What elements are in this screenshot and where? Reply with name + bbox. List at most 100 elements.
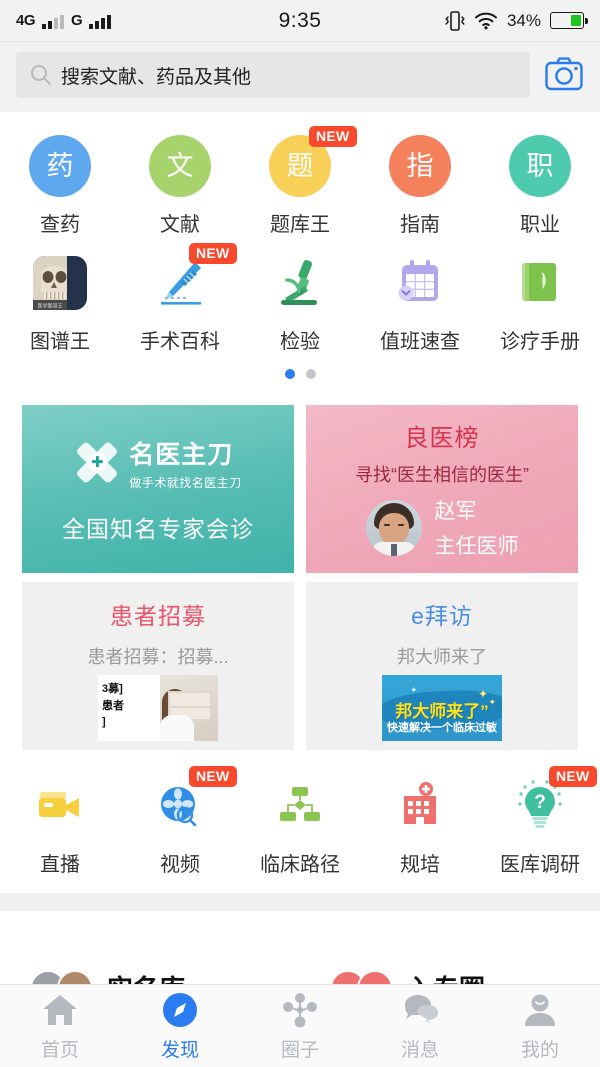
quick-entry-chayao[interactable]: 药 查药	[0, 126, 120, 243]
vibrate-icon	[445, 10, 465, 31]
quick-entry-jianyan[interactable]: 检验	[240, 243, 360, 360]
battery-percent: 34%	[506, 10, 541, 30]
service-label: 规培	[400, 854, 440, 876]
camera-icon[interactable]	[544, 55, 584, 95]
book-icon	[509, 252, 571, 314]
quick-entry-label: 指南	[400, 214, 440, 236]
promo-row-bottom: 患者招募 患者招募：招募... 3募] 患者 ] e拜访 邦大师来了 ✦ ✦ ✦…	[0, 573, 600, 750]
mingyi-tagline: 做手术就找名医主刀	[129, 475, 242, 490]
recruit-thumb-line1: 3募]	[102, 683, 123, 695]
tab-circles[interactable]: 圈子	[240, 990, 360, 1062]
promo-card-liangyibang[interactable]: 良医榜 寻找“医生相信的医生” 赵军 主任医师	[306, 405, 578, 573]
pager-dot-active[interactable]	[284, 369, 295, 379]
new-badge: NEW	[189, 766, 237, 788]
service-guipei[interactable]: 规培	[360, 766, 480, 883]
quick-entry-label: 职业	[520, 214, 560, 236]
service-yikudiaoyan[interactable]: ? NEW 医库调研	[480, 766, 600, 883]
svg-text:?: ?	[534, 792, 546, 813]
hospital-icon	[389, 775, 451, 837]
microscope-icon	[269, 252, 331, 314]
quick-entry-shoushu[interactable]: NEW 手术百科	[120, 243, 240, 360]
evisit-thumbnail: ✦ ✦ ✦ 邦大师来了” 快速解决一个临床过敏	[382, 675, 502, 741]
quick-entry-label: 题库王	[270, 214, 330, 236]
doctor-avatar	[365, 499, 422, 556]
calendar-icon	[389, 252, 451, 314]
promo-card-huanzhezhaomu[interactable]: 患者招募 患者招募：招募... 3募] 患者 ]	[22, 582, 294, 750]
person-icon	[520, 990, 560, 1030]
liangyi-doctor: 赵军 主任医师	[365, 495, 519, 560]
evisit-thumb-sub: 快速解决一个临床过敏	[387, 722, 497, 734]
quick-entry-label: 手术百科	[140, 331, 220, 353]
search-icon	[31, 65, 51, 85]
liangyi-title: 良医榜	[404, 425, 480, 452]
new-badge: NEW	[189, 243, 237, 265]
status-indicators: 34%	[445, 10, 588, 32]
zhinan-icon: 指	[389, 135, 451, 197]
skull-icon: 医学图谱王	[29, 252, 91, 314]
promo-card-ebaifang[interactable]: e拜访 邦大师来了 ✦ ✦ ✦ 邦大师来了” 快速解决一个临床过敏	[306, 582, 578, 750]
camcorder-icon	[29, 775, 91, 837]
wenxian-icon: 文	[149, 135, 211, 197]
pager-dot[interactable]	[305, 369, 316, 379]
service-linchuanglujing[interactable]: 临床路径	[240, 766, 360, 883]
quick-entry-zhenliao[interactable]: 诊疗手册	[480, 243, 600, 360]
quick-entry-row-1: 药 查药 文 文献 题 NEW 题库王 指 指南 职 职业	[0, 126, 600, 243]
quick-entry-row-2: 医学图谱王 图谱王 NEW 手术百科 检验 值班速查 诊疗手册	[0, 243, 600, 360]
quick-entry-tikuwang[interactable]: 题 NEW 题库王	[240, 126, 360, 243]
app-screen: 4G G 9:35 34% 搜索文献、药品及其他 药 查药 文 文献 题 NEW…	[0, 0, 600, 1067]
quick-entry-zhinan[interactable]: 指 指南	[360, 126, 480, 243]
service-label: 视频	[160, 854, 200, 876]
quick-entry-label: 诊疗手册	[500, 331, 580, 353]
search-bar: 搜索文献、药品及其他	[0, 42, 600, 112]
quick-entry-zhiban[interactable]: 值班速查	[360, 243, 480, 360]
search-placeholder: 搜索文献、药品及其他	[61, 66, 252, 88]
tab-discover[interactable]: 发现	[120, 990, 240, 1062]
quick-entry-label: 值班速查	[380, 331, 460, 353]
status-bar: 4G G 9:35 34%	[0, 0, 600, 42]
recruit-title: 患者招募	[110, 603, 206, 629]
liangyi-subtitle: 寻找“医生相信的医生”	[355, 465, 529, 485]
service-label: 直播	[40, 854, 80, 876]
section-divider	[0, 893, 600, 911]
compass-icon	[160, 990, 200, 1030]
chayao-icon: 药	[29, 135, 91, 197]
quick-entry-label: 文献	[160, 214, 200, 236]
quick-entry-wenxian[interactable]: 文 文献	[120, 126, 240, 243]
search-input[interactable]: 搜索文献、药品及其他	[16, 52, 530, 98]
mingyi-brand: 名医主刀	[129, 440, 234, 469]
tab-mine[interactable]: 我的	[480, 990, 600, 1062]
tab-home[interactable]: 首页	[0, 990, 120, 1062]
new-badge: NEW	[549, 766, 597, 788]
service-zhibo[interactable]: 直播	[0, 766, 120, 883]
quick-entry-zhiye[interactable]: 职 职业	[480, 126, 600, 243]
service-label: 医库调研	[500, 854, 580, 876]
tab-label: 消息	[400, 1040, 439, 1061]
quick-entry-panel: 药 查药 文 文献 题 NEW 题库王 指 指南 职 职业 医学图谱王 图谱王 …	[0, 112, 600, 893]
promo-row-top: ✚ 名医主刀 做手术就找名医主刀 全国知名专家会诊 良医榜 寻找“医生相信的医生…	[0, 396, 600, 573]
new-badge: NEW	[309, 126, 357, 148]
sparkle-icon: ✦	[410, 685, 418, 695]
evisit-subtitle: 邦大师来了	[397, 647, 487, 667]
recruit-thumb-line2: 患者	[102, 699, 124, 712]
home-icon	[40, 990, 80, 1030]
recruit-subtitle: 患者招募：招募...	[87, 647, 229, 667]
tab-label: 发现	[160, 1040, 199, 1061]
bandage-cross-icon: ✚	[74, 440, 120, 486]
quick-entry-tupuwang[interactable]: 医学图谱王 图谱王	[0, 243, 120, 360]
service-label: 临床路径	[260, 854, 340, 876]
flowchart-icon	[269, 775, 331, 837]
services-row: 直播 NEW 视频 临床路径 规培 ? NEW 医库调研	[0, 750, 600, 893]
battery-icon	[550, 12, 588, 29]
quick-entry-grid: 药 查药 文 文献 题 NEW 题库王 指 指南 职 职业 医学图谱王 图谱王 …	[0, 112, 600, 396]
quick-entry-label: 检验	[280, 331, 320, 353]
evisit-title: e拜访	[411, 603, 473, 629]
service-shipin[interactable]: NEW 视频	[120, 766, 240, 883]
tab-messages[interactable]: 消息	[360, 990, 480, 1062]
mingyi-logo: ✚ 名医主刀 做手术就找名医主刀	[74, 435, 242, 491]
svg-text:医学图谱王: 医学图谱王	[37, 303, 62, 310]
promo-card-mingyizhudao[interactable]: ✚ 名医主刀 做手术就找名医主刀 全国知名专家会诊	[22, 405, 294, 573]
doctor-title: 主任医师	[434, 535, 519, 558]
mingyi-headline: 全国知名专家会诊	[62, 515, 254, 542]
recruit-thumb-line3: ]	[102, 716, 106, 728]
grid-pager[interactable]	[0, 360, 600, 392]
